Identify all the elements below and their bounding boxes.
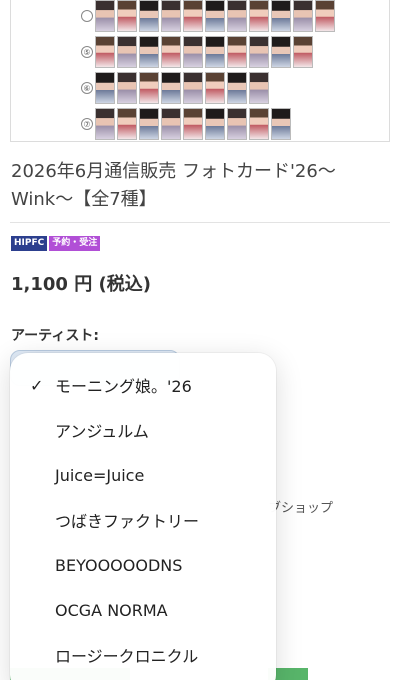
dropdown-option-beyooooonds[interactable]: BEYOOOOODNS — [10, 545, 276, 585]
background-shop-text: ブショップ — [268, 501, 334, 516]
product-price: 1,100 円 (税込) — [11, 274, 151, 295]
artist-label: アーティスト: — [11, 328, 99, 344]
option-label: OCGA NORMA — [55, 600, 168, 620]
checkmark-icon: ✓ — [30, 375, 44, 395]
row-number — [81, 10, 93, 22]
dropdown-option-ocga-norma[interactable]: OCGA NORMA — [10, 590, 276, 630]
sheet-row: ⑥ — [81, 71, 337, 105]
divider — [10, 222, 390, 223]
sheet-row: ⑤ — [81, 35, 337, 69]
option-label: つばきファクトリー — [55, 512, 200, 531]
sheet-row — [81, 0, 337, 33]
dropdown-option-morning-musume[interactable]: ✓ モーニング娘。'26 — [10, 365, 276, 405]
product-image[interactable]: ⑤ ⑥ ⑦ — [10, 0, 390, 142]
dropdown-option-tsubaki-factory[interactable]: つばきファクトリー — [10, 500, 276, 540]
product-title: 2026年6月通信販売 フォトカード'26〜Wink〜【全7種】 — [11, 161, 336, 210]
artist-dropdown-menu: ✓ モーニング娘。'26 アンジュルム Juice=Juice つばきファクトリ… — [10, 353, 276, 680]
option-label: BEYOOOOODNS — [55, 555, 183, 575]
dropdown-option-rosy-chronicle[interactable]: ロージークロニクル — [10, 635, 276, 675]
row-number: ⑦ — [81, 118, 93, 130]
badge-group: HIPFC 予約・受注 — [11, 236, 101, 251]
hipfc-badge: HIPFC — [11, 236, 48, 251]
row-number: ⑤ — [81, 46, 93, 58]
dropdown-option-juice-juice[interactable]: Juice=Juice — [10, 455, 276, 495]
row-number: ⑥ — [81, 82, 93, 94]
photo-card-sheet: ⑤ ⑥ ⑦ — [81, 0, 337, 141]
sheet-row: ⑦ — [81, 107, 337, 141]
dropdown-option-angerme[interactable]: アンジュルム — [10, 410, 276, 450]
option-label: ロージークロニクル — [55, 647, 199, 666]
reserve-badge: 予約・受注 — [49, 236, 101, 251]
option-label: Juice=Juice — [55, 465, 145, 485]
option-label: アンジュルム — [55, 422, 149, 441]
option-label: モーニング娘。'26 — [55, 377, 192, 396]
